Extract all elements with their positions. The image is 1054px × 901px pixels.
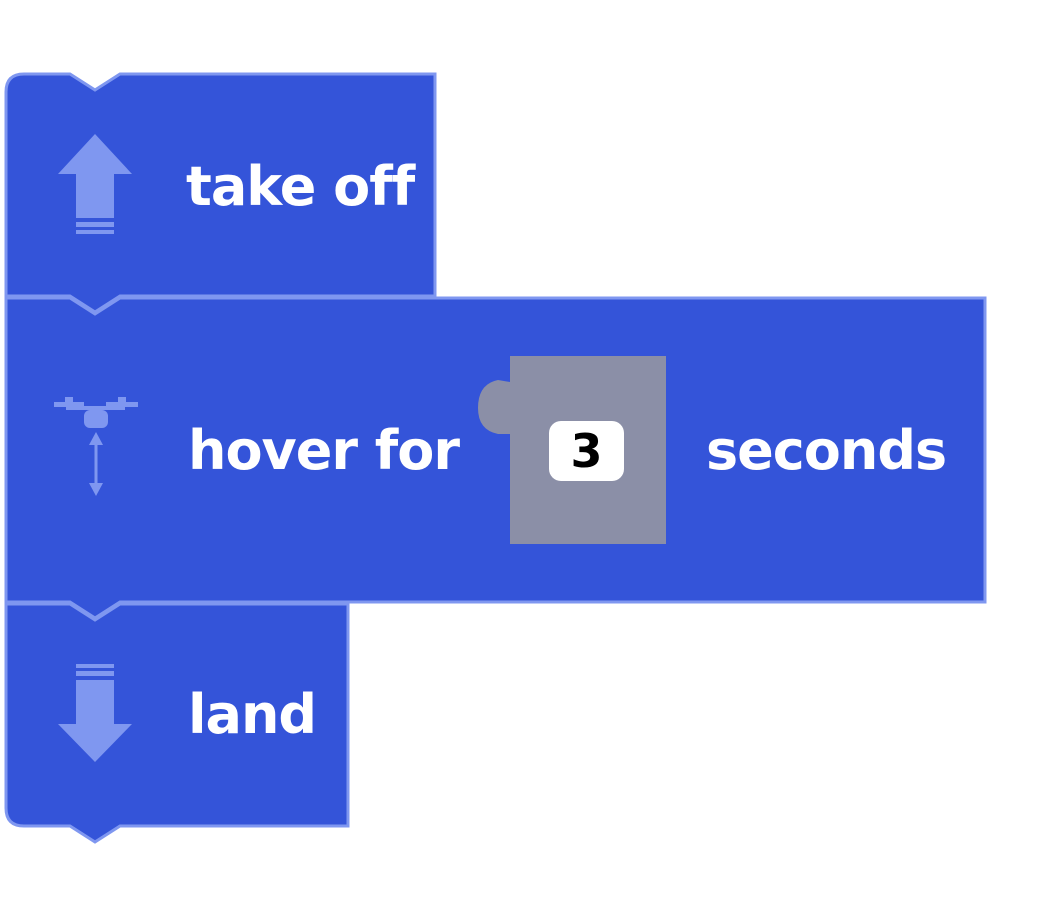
hover-label: hover for bbox=[188, 419, 460, 482]
seconds-label: seconds bbox=[706, 419, 947, 482]
land-label: land bbox=[188, 683, 317, 746]
block-stack: take off hover for 3 seconds land bbox=[0, 0, 1054, 901]
take-off-label: take off bbox=[186, 155, 415, 218]
seconds-input[interactable]: 3 bbox=[549, 421, 624, 481]
